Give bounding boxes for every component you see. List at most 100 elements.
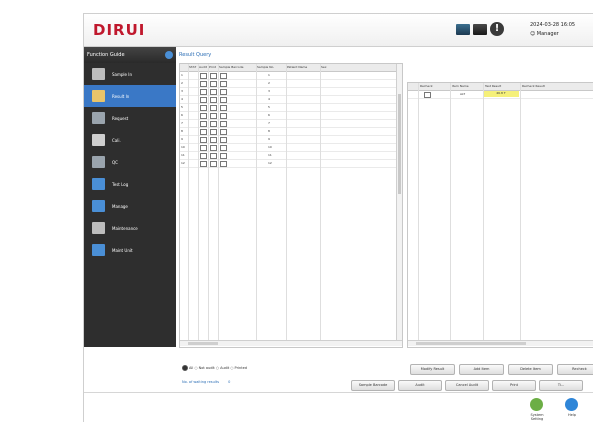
audit-filter[interactable]: All ○ Not audit ○ Audit ○ Printed bbox=[182, 365, 247, 371]
row-checkbox[interactable] bbox=[200, 73, 207, 79]
row-checkbox[interactable] bbox=[220, 81, 227, 87]
column-header[interactable]: Print bbox=[209, 65, 216, 69]
sidebar-item-label: Test Log bbox=[112, 182, 129, 187]
column-header[interactable]: Recheck Result bbox=[522, 84, 545, 88]
ti--button[interactable]: Ti... bbox=[539, 380, 583, 391]
settings-label[interactable]: System Setting bbox=[524, 413, 550, 421]
scroll-thumb[interactable] bbox=[188, 342, 218, 345]
row-checkbox[interactable] bbox=[210, 97, 217, 103]
column-header[interactable]: Sample Barcode bbox=[219, 65, 244, 69]
sidebar-item-request[interactable]: Request bbox=[84, 107, 176, 129]
sidebar-item-maintenance[interactable]: Maintenance bbox=[84, 217, 176, 239]
row-checkbox[interactable] bbox=[200, 121, 207, 127]
row-checkbox[interactable] bbox=[210, 89, 217, 95]
row-checkbox[interactable] bbox=[210, 153, 217, 159]
column-header[interactable]: Patient Name bbox=[287, 65, 307, 69]
row-checkbox[interactable] bbox=[210, 105, 217, 111]
sample-barcode-button[interactable]: Sample Barcode bbox=[351, 380, 395, 391]
table-row[interactable]: 11 11 bbox=[180, 152, 396, 160]
warning-icon[interactable]: ! bbox=[490, 22, 504, 36]
column-header[interactable]: Test Result bbox=[485, 84, 501, 88]
monitor-icon[interactable] bbox=[473, 23, 487, 35]
recheck-checkbox[interactable] bbox=[424, 92, 431, 98]
row-checkbox[interactable] bbox=[210, 81, 217, 87]
row-checkbox[interactable] bbox=[210, 137, 217, 143]
help-label[interactable]: Help bbox=[562, 413, 582, 417]
row-checkbox[interactable] bbox=[200, 161, 207, 167]
row-checkbox[interactable] bbox=[210, 121, 217, 127]
sidebar-item-maint-unit[interactable]: Maint Unit bbox=[84, 239, 176, 261]
row-checkbox[interactable] bbox=[200, 97, 207, 103]
row-checkbox[interactable] bbox=[220, 137, 227, 143]
cancel-audit-button[interactable]: Cancel Audit bbox=[445, 380, 489, 391]
table-row[interactable]: 12 12 bbox=[180, 160, 396, 168]
row-checkbox[interactable] bbox=[220, 97, 227, 103]
recheck-button[interactable]: Recheck bbox=[557, 364, 593, 375]
column-header[interactable]: Recheck bbox=[420, 84, 433, 88]
row-checkbox[interactable] bbox=[220, 113, 227, 119]
sidebar-item-cali-[interactable]: Cali. bbox=[84, 129, 176, 151]
sample-table-hscroll[interactable] bbox=[180, 340, 402, 346]
column-header[interactable]: Sample No. bbox=[257, 65, 274, 69]
column-divider bbox=[188, 64, 189, 340]
row-checkbox[interactable] bbox=[210, 161, 217, 167]
network-icon[interactable] bbox=[456, 23, 470, 35]
add-item-button[interactable]: Add Item bbox=[459, 364, 504, 375]
table-row[interactable]: 11 bbox=[180, 72, 396, 80]
row-checkbox[interactable] bbox=[210, 113, 217, 119]
row-checkbox[interactable] bbox=[220, 73, 227, 79]
table-row[interactable]: 55 bbox=[180, 104, 396, 112]
scroll-thumb[interactable] bbox=[398, 94, 401, 194]
column-header[interactable]: Audit bbox=[199, 65, 207, 69]
column-header[interactable]: Sex bbox=[321, 65, 326, 69]
collapse-icon[interactable] bbox=[165, 51, 173, 59]
row-checkbox[interactable] bbox=[200, 137, 207, 143]
table-row[interactable]: 22 bbox=[180, 80, 396, 88]
sample-table-vscroll[interactable] bbox=[396, 64, 402, 340]
sidebar-item-qc[interactable]: QC bbox=[84, 151, 176, 173]
row-checkbox[interactable] bbox=[200, 81, 207, 87]
sidebar-item-manage[interactable]: Manage bbox=[84, 195, 176, 217]
row-checkbox[interactable] bbox=[200, 129, 207, 135]
delete-item-button[interactable]: Delete Item bbox=[508, 364, 553, 375]
row-checkbox[interactable] bbox=[200, 153, 207, 159]
row-checkbox[interactable] bbox=[220, 161, 227, 167]
sample-number: 1 bbox=[268, 73, 270, 77]
sidebar-item-test-log[interactable]: Test Log bbox=[84, 173, 176, 195]
row-checkbox[interactable] bbox=[200, 145, 207, 151]
table-row[interactable]: 77 bbox=[180, 120, 396, 128]
row-checkbox[interactable] bbox=[210, 145, 217, 151]
scroll-thumb[interactable] bbox=[416, 342, 526, 345]
filter-options: All ○ Not audit ○ Audit ○ Printed bbox=[189, 366, 247, 370]
maintenance-icon bbox=[92, 222, 105, 234]
row-checkbox[interactable] bbox=[220, 145, 227, 151]
row-checkbox[interactable] bbox=[220, 153, 227, 159]
sidebar-item-result-in[interactable]: Result In bbox=[84, 85, 176, 107]
modify-result-button[interactable]: Modify Result bbox=[410, 364, 455, 375]
row-checkbox[interactable] bbox=[220, 121, 227, 127]
help-icon[interactable] bbox=[565, 398, 578, 411]
table-row[interactable]: 99 bbox=[180, 136, 396, 144]
column-header[interactable]: Item Name bbox=[452, 84, 469, 88]
result-table-hscroll[interactable] bbox=[408, 340, 593, 346]
table-row[interactable]: 10 10 bbox=[180, 144, 396, 152]
print-button[interactable]: Print bbox=[492, 380, 536, 391]
table-row[interactable]: 44 bbox=[180, 96, 396, 104]
row-checkbox[interactable] bbox=[210, 129, 217, 135]
row-checkbox[interactable] bbox=[200, 113, 207, 119]
row-checkbox[interactable] bbox=[220, 105, 227, 111]
row-checkbox[interactable] bbox=[220, 129, 227, 135]
row-checkbox[interactable] bbox=[200, 89, 207, 95]
table-row[interactable]: 33 bbox=[180, 88, 396, 96]
audit-button[interactable]: Audit bbox=[398, 380, 442, 391]
table-row[interactable]: 88 bbox=[180, 128, 396, 136]
table-row[interactable]: ALT 46.8 T bbox=[408, 91, 593, 99]
sidebar-item-sample-in[interactable]: Sample In bbox=[84, 63, 176, 85]
row-checkbox[interactable] bbox=[200, 105, 207, 111]
column-header[interactable]: STAT bbox=[189, 65, 196, 69]
row-checkbox[interactable] bbox=[210, 73, 217, 79]
row-checkbox[interactable] bbox=[220, 89, 227, 95]
table-row[interactable]: 66 bbox=[180, 112, 396, 120]
filter-radio-icon[interactable] bbox=[182, 365, 188, 371]
settings-icon[interactable] bbox=[530, 398, 543, 411]
